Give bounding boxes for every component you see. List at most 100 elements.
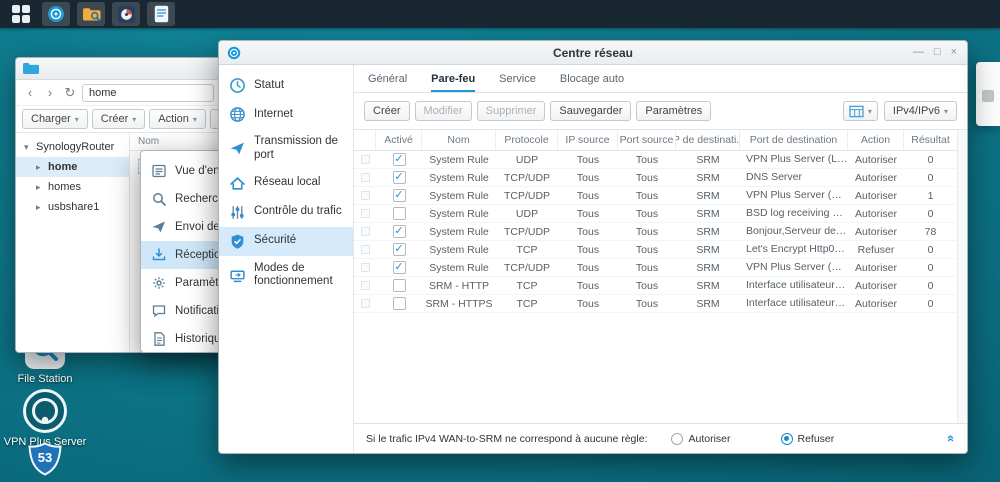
table-row[interactable]: ✓System RuleTCP/UDPTousTousSRMDNS Server… [354,169,957,187]
ip-version-select[interactable]: IPv4/IPv6 ▾ [884,101,957,121]
taskbar-app-notes[interactable] [147,2,175,26]
maximize-button[interactable]: □ [934,47,941,58]
table-row[interactable]: SRM - HTTPTCPTousTousSRMInterface utilis… [354,277,957,295]
tab-service[interactable]: Service [499,73,536,92]
tree-item-label: usbshare1 [48,201,99,213]
column-header-ip-source[interactable]: IP source [558,130,618,150]
minimize-button[interactable]: — [913,47,924,58]
button-sauvegarder[interactable]: Sauvegarder [550,101,631,121]
network-center-content: Général Pare-feu Service Blocage auto Créer… [354,65,967,453]
sidebar-item-securite[interactable]: Sécurité [219,227,353,256]
taskbar-app-main-menu[interactable] [7,2,35,26]
table-row[interactable]: ✓System RuleTCPTousTousSRMLet's Encrypt … [354,241,957,259]
sidebar-item-controle-du-trafic[interactable]: Contrôle du trafic [219,198,353,227]
scrollbar[interactable] [957,130,967,423]
sidebar-item-label: Statut [254,79,284,93]
enabled-checkbox[interactable]: ✓ [393,153,406,166]
cell-port-source: Tous [618,187,676,204]
row-handle-icon [361,191,370,200]
sidebar-item-label: Modes de fonctionnement [254,262,349,290]
column-header-active[interactable]: Activé [376,130,422,150]
tree-item-homes[interactable]: ▸homes [16,177,129,197]
tree-item-usbshare1[interactable]: ▸ usbshare1 [16,197,129,217]
table-row[interactable]: System RuleUDPTousTousSRMBSD log receivi… [354,205,957,223]
enabled-checkbox[interactable] [393,297,406,310]
column-header-nom[interactable]: Nom [422,130,496,150]
enabled-checkbox[interactable]: ✓ [393,261,406,274]
taskbar-app-package-app[interactable] [112,2,140,26]
collapsed-arrow-icon[interactable]: ▸ [36,162,44,173]
cell-protocole: TCP/UDP [496,187,558,204]
collapse-icon[interactable]: « [944,435,959,442]
taskbar-app-file-station[interactable] [77,2,105,26]
enabled-checkbox[interactable]: ✓ [393,189,406,202]
column-header-port-source[interactable]: Port source [618,130,676,150]
collapsed-arrow-icon[interactable]: ▸ [36,182,44,193]
table-row[interactable]: ✓System RuleTCP/UDPTousTousSRMVPN Plus S… [354,187,957,205]
column-header-ip-de-destinati[interactable]: IP de destinati... [676,130,740,150]
cell-active [376,205,422,222]
network-center-titlebar[interactable]: Centre réseau —□× [219,41,967,65]
tree-item-home[interactable]: ▸home [16,157,129,177]
fs-button-action[interactable]: Action▾ [149,109,206,129]
desktop-icon-vpn-plus-server[interactable]: VPN Plus Server [4,389,87,448]
tab-general[interactable]: Général [368,73,407,92]
sidebar-item-modes-de-fonctionnement[interactable]: Modes de fonctionnement [219,256,353,296]
taskbar-app-network-center[interactable] [42,2,70,26]
back-button[interactable]: ‹ [22,86,38,99]
enabled-checkbox[interactable] [393,207,406,220]
radio-label: Refuser [798,433,835,445]
button-parametres[interactable]: Paramètres [636,101,711,121]
sidebar-item-transmission-de-port[interactable]: Transmission de port [219,129,353,169]
table-row[interactable]: ✓System RuleTCP/UDPTousTousSRMBonjour,Se… [354,223,957,241]
tree-item-synologyrouter[interactable]: ▾SynologyRouter [16,137,129,157]
enabled-checkbox[interactable] [393,279,406,292]
tab-blocage-auto[interactable]: Blocage auto [560,73,624,92]
button-supprimer[interactable]: Supprimer [477,101,546,121]
cell-active: ✓ [376,259,422,276]
table-row[interactable]: ✓System RuleTCP/UDPTousTousSRMVPN Plus S… [354,259,957,277]
column-header-resultat[interactable]: Résultat [904,130,957,150]
cell-protocole: TCP/UDP [496,259,558,276]
refresh-icon[interactable]: ↻ [62,86,78,99]
row-handle-icon [361,299,370,308]
button-label: Créer [101,113,129,125]
cell-ip-destination: SRM [676,295,740,312]
sidebar-item-statut[interactable]: Statut [219,71,353,100]
tab-pare-feu[interactable]: Pare-feu [431,73,475,92]
button-creer[interactable]: Créer [364,101,410,121]
file-station-titlebar[interactable] [16,58,220,80]
cell-ip-destination: SRM [676,223,740,240]
desktop-icon-dns-server[interactable]: 53 [27,442,63,476]
table-row[interactable]: SRM - HTTPSTCPTousTousSRMInterface utili… [354,295,957,313]
button-modifier[interactable]: Modifier [415,101,472,121]
enabled-checkbox[interactable]: ✓ [393,171,406,184]
view-mode-button[interactable]: ▾ [843,101,878,121]
collapsed-arrow-icon[interactable]: ▸ [36,202,44,213]
chevron-down-icon: ▾ [868,107,872,116]
fs-button-charger[interactable]: Charger▾ [22,109,88,129]
enabled-checkbox[interactable]: ✓ [393,243,406,256]
column-header-port-de-destination[interactable]: Port de destination [740,130,848,150]
forward-button[interactable]: › [42,86,58,99]
cell-port-source: Tous [618,151,676,168]
expanded-arrow-icon[interactable]: ▾ [24,142,32,153]
column-header-nom[interactable]: Nom [138,136,159,147]
table-row[interactable]: ✓System RuleUDPTousTousSRMVPN Plus Serve… [354,151,957,169]
radio-refuser[interactable]: Refuser [781,433,835,445]
column-header-protocole[interactable]: Protocole [496,130,558,150]
close-button[interactable]: × [951,47,957,58]
cell-port-source: Tous [618,205,676,222]
enabled-checkbox[interactable]: ✓ [393,225,406,238]
column-header-handle[interactable] [354,130,376,150]
radio-autoriser[interactable]: Autoriser [671,433,730,445]
radio-icon [781,433,793,445]
cell-active: ✓ [376,223,422,240]
main-menu-icon [12,5,30,23]
address-bar[interactable]: home [82,84,214,102]
sidebar-item-reseau-local[interactable]: Réseau local [219,169,353,198]
fs-button-creer[interactable]: Créer▾ [92,109,146,129]
sidebar-item-internet[interactable]: Internet [219,100,353,129]
column-header-action[interactable]: Action [848,130,904,150]
cell-ip-destination: SRM [676,241,740,258]
